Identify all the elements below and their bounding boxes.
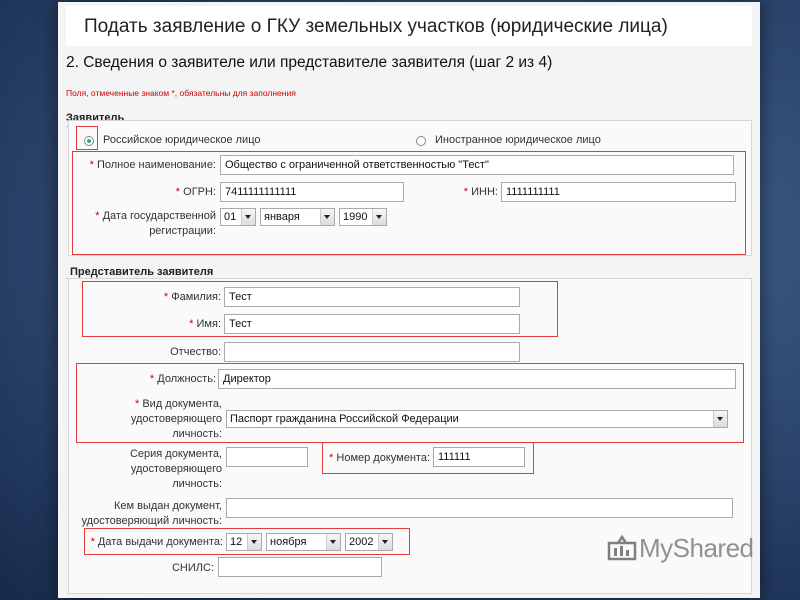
doc-series-input[interactable] <box>226 447 308 467</box>
doc-series-label-line3: личность: <box>172 478 222 490</box>
watermark-text: MyShared <box>639 533 754 563</box>
form-sheet: Подать заявление о ГКУ земельных участко… <box>58 2 760 598</box>
page-title: Подать заявление о ГКУ земельных участко… <box>84 16 668 37</box>
snils-input[interactable] <box>218 557 382 577</box>
highlight-issue-date <box>84 528 410 555</box>
representative-section-title: Представитель заявителя <box>70 266 214 278</box>
issued-by-input[interactable] <box>226 498 733 518</box>
issued-by-label-line2: удостоверяющий личность: <box>81 515 222 527</box>
option-foreign-entity: Иностранное юридическое лицо <box>435 134 601 146</box>
highlight-radio <box>76 126 98 150</box>
highlight-surname-name <box>82 281 558 337</box>
highlight-applicant-fields <box>72 151 746 255</box>
option-russian-entity: Российское юридическое лицо <box>103 134 261 146</box>
radio-foreign-entity[interactable] <box>416 136 426 146</box>
step-title: 2. Сведения о заявителе или представител… <box>66 54 553 71</box>
snils-label: СНИЛС: <box>171 562 214 574</box>
page-header: Подать заявление о ГКУ земельных участко… <box>66 6 752 46</box>
watermark-logo-icon <box>607 534 637 560</box>
highlight-doc-number <box>322 442 534 474</box>
patronymic-input[interactable] <box>224 342 520 362</box>
highlight-position-doctype <box>76 363 744 443</box>
patronymic-label: Отчество: <box>170 346 221 358</box>
required-note: Поля, отмеченные знаком *, обязательны д… <box>66 88 296 98</box>
watermark: MyShared <box>607 533 754 564</box>
doc-series-label-line1: Серия документа, <box>129 448 222 460</box>
issued-by-label-line1: Кем выдан документ, <box>113 500 222 512</box>
doc-series-label-line2: удостоверяющего <box>130 463 222 475</box>
